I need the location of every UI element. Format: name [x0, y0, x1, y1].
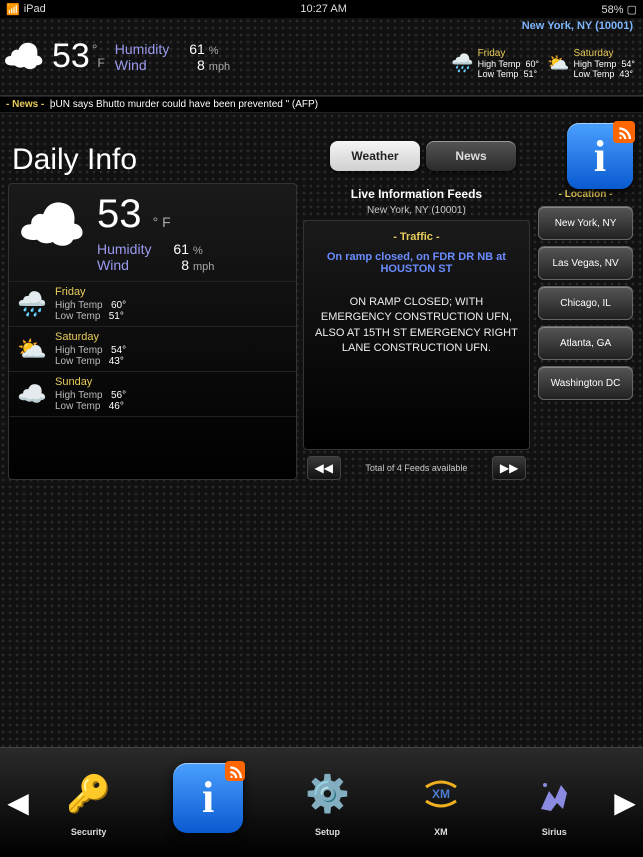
- location-button[interactable]: Chicago, IL: [538, 286, 633, 320]
- partly-cloudy-icon: ⛅: [547, 53, 569, 74]
- top-location: New York, NY (10001): [522, 20, 633, 32]
- dock-next-button[interactable]: ▶: [611, 786, 639, 819]
- feed-body: ON RAMP CLOSED; WITH EMERGENCY CONSTRUCT…: [314, 295, 519, 357]
- sirius-icon: [525, 765, 583, 823]
- forecast-friday: 🌧️ Friday High Temp 60° Low Temp 51°: [451, 48, 539, 79]
- forecast-row: ☁️ Sunday High Temp 56° Low Temp 46°: [9, 372, 296, 417]
- dock-security[interactable]: 🔑 Security: [60, 765, 118, 843]
- forecast-saturday: ⛅ Saturday High Temp 54° Low Temp 43°: [547, 48, 635, 79]
- partly-cloudy-icon: ⛅: [17, 335, 47, 364]
- humidity-wind: Humidity61% Wind8mph: [115, 41, 230, 73]
- feed-section: - Traffic -: [314, 231, 519, 243]
- rss-icon: [225, 761, 245, 781]
- svg-text:XM: XM: [432, 787, 450, 801]
- location-button[interactable]: Washington DC: [538, 366, 633, 400]
- status-bar: 📶iPad 10:27 AM 58% ▢: [0, 0, 643, 18]
- cloud-icon: ☁️: [17, 192, 97, 258]
- weather-card: ☁️ 53 ° F Humidity61% Wind8mph 🌧️ Friday…: [8, 183, 297, 480]
- feed-location: New York, NY (10001): [303, 205, 530, 216]
- feed-panel: Live Information Feeds New York, NY (100…: [303, 183, 530, 480]
- page-title: Daily Info: [8, 143, 635, 177]
- battery-label: 58%: [602, 4, 624, 16]
- clock: 10:27 AM: [300, 3, 346, 15]
- dock-info[interactable]: i: [173, 763, 243, 843]
- info-app-icon[interactable]: i: [567, 123, 633, 189]
- location-panel: - Location - New York, NY Las Vegas, NV …: [536, 183, 635, 480]
- current-temp: 53°F: [48, 37, 105, 76]
- location-button[interactable]: Atlanta, GA: [538, 326, 633, 360]
- keys-icon: 🔑: [60, 765, 118, 823]
- device-label: iPad: [24, 3, 46, 15]
- location-label: - Location -: [536, 189, 635, 200]
- forecast-row: ⛅ Saturday High Temp 54° Low Temp 43°: [9, 327, 296, 372]
- cloud-icon: ☁️: [3, 37, 45, 77]
- rain-icon: 🌧️: [451, 53, 473, 74]
- forecast-row: 🌧️ Friday High Temp 60° Low Temp 51°: [9, 282, 296, 327]
- dock-setup[interactable]: ⚙️ Setup: [298, 765, 356, 843]
- feed-count: Total of 4 Feeds available: [365, 463, 467, 473]
- location-button[interactable]: Las Vegas, NV: [538, 246, 633, 280]
- feed-headline: On ramp closed, on FDR DR NB at HOUSTON …: [314, 251, 519, 275]
- location-button[interactable]: New York, NY: [538, 206, 633, 240]
- tab-news[interactable]: News: [426, 141, 516, 171]
- top-weather-panel: New York, NY (10001) ☁️ 53°F Humidity61%…: [0, 18, 643, 96]
- feed-next-button[interactable]: ▶▶: [492, 456, 526, 480]
- gear-icon: ⚙️: [298, 765, 356, 823]
- dock-sirius[interactable]: Sirius: [525, 765, 583, 843]
- dock-prev-button[interactable]: ◀: [4, 786, 32, 819]
- rain-icon: 🌧️: [17, 290, 47, 319]
- dock: ◀ 🔑 Security i ⚙️ Setup XM XM: [0, 747, 643, 857]
- news-ticker: - News - þUN says Bhutto murder could ha…: [0, 96, 643, 113]
- feed-prev-button[interactable]: ◀◀: [307, 456, 341, 480]
- feed-heading: Live Information Feeds: [303, 183, 530, 205]
- cloud-icon: ☁️: [17, 380, 47, 409]
- rss-icon: [613, 121, 635, 143]
- tab-weather[interactable]: Weather: [330, 141, 420, 171]
- xm-icon: XM: [412, 765, 470, 823]
- info-icon: i: [173, 763, 243, 833]
- dock-xm[interactable]: XM XM: [412, 765, 470, 843]
